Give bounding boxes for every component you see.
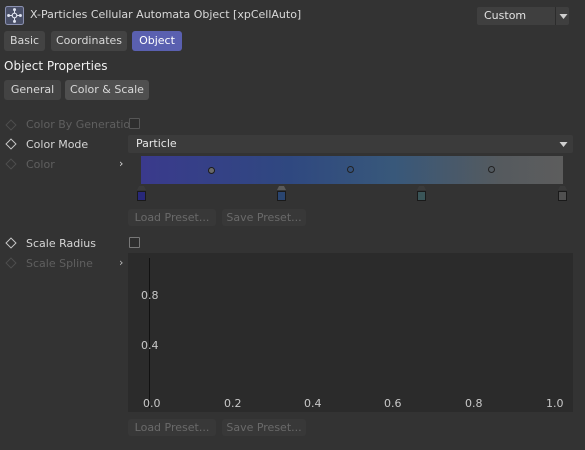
load-preset-button[interactable]: Load Preset... bbox=[128, 209, 216, 226]
gradient-stop-icon[interactable] bbox=[417, 186, 426, 202]
spline-x-tick: 0.2 bbox=[224, 397, 242, 410]
chevron-down-icon bbox=[559, 142, 568, 147]
color-gradient[interactable] bbox=[141, 156, 563, 184]
tab-basic[interactable]: Basic bbox=[4, 31, 45, 51]
keyframe-diamond-icon[interactable] bbox=[5, 257, 17, 269]
scale-radius-label: Scale Radius bbox=[26, 237, 96, 250]
tab-object[interactable]: Object bbox=[132, 31, 182, 51]
gradient-interpolation-knot[interactable] bbox=[488, 166, 495, 173]
spline-y-tick: 0.8 bbox=[141, 289, 159, 302]
tab-coordinates[interactable]: Coordinates bbox=[51, 31, 127, 51]
subtab-color-scale[interactable]: Color & Scale bbox=[65, 80, 149, 100]
cellular-automata-object-icon bbox=[5, 6, 24, 25]
window-header: X-Particles Cellular Automata Object [xp… bbox=[0, 0, 585, 30]
window-title: X-Particles Cellular Automata Object [xp… bbox=[30, 8, 302, 21]
spline-x-tick: 0.4 bbox=[304, 397, 322, 410]
color-mode-label: Color Mode bbox=[26, 138, 89, 151]
color-label: Color bbox=[26, 158, 55, 171]
spline-y-axis bbox=[149, 258, 150, 408]
spline-x-tick: 0.6 bbox=[384, 397, 402, 410]
spline-x-tick: 0.0 bbox=[143, 397, 161, 410]
color-mode-dropdown[interactable]: Particle bbox=[128, 135, 573, 153]
keyframe-diamond-icon[interactable] bbox=[5, 237, 17, 249]
spline-x-tick: 1.0 bbox=[546, 397, 564, 410]
preset-dropdown-divider bbox=[555, 7, 556, 25]
keyframe-diamond-icon[interactable] bbox=[5, 119, 17, 131]
preset-dropdown[interactable]: Custom bbox=[477, 7, 569, 25]
subtab-general[interactable]: General bbox=[4, 80, 61, 100]
spline-y-tick: 0.4 bbox=[141, 339, 159, 352]
scale-spline-editor[interactable] bbox=[128, 253, 573, 412]
spline-x-tick: 0.8 bbox=[465, 397, 483, 410]
color-by-generation-label: Color By Generation bbox=[26, 118, 138, 131]
save-preset-button[interactable]: Save Preset... bbox=[222, 209, 306, 226]
scale-radius-checkbox[interactable] bbox=[129, 237, 140, 248]
keyframe-diamond-icon[interactable] bbox=[5, 158, 17, 170]
spline-save-preset-button[interactable]: Save Preset... bbox=[222, 419, 306, 436]
gradient-stop-icon[interactable] bbox=[277, 186, 286, 202]
gradient-stop-icon[interactable] bbox=[558, 186, 567, 202]
scale-spline-label: Scale Spline bbox=[26, 257, 93, 270]
keyframe-diamond-icon[interactable] bbox=[5, 138, 17, 150]
gradient-interpolation-knot[interactable] bbox=[208, 167, 215, 174]
gradient-stop-icon[interactable] bbox=[137, 186, 146, 202]
expand-arrow-icon[interactable]: › bbox=[119, 256, 123, 269]
gradient-interpolation-knot[interactable] bbox=[347, 166, 354, 173]
expand-arrow-icon[interactable]: › bbox=[119, 157, 123, 170]
preset-dropdown-value: Custom bbox=[484, 9, 527, 22]
color-mode-value: Particle bbox=[136, 137, 177, 150]
color-by-generation-checkbox[interactable] bbox=[129, 118, 140, 129]
chevron-down-icon bbox=[559, 14, 568, 19]
spline-load-preset-button[interactable]: Load Preset... bbox=[128, 419, 216, 436]
section-title: Object Properties bbox=[4, 59, 108, 73]
